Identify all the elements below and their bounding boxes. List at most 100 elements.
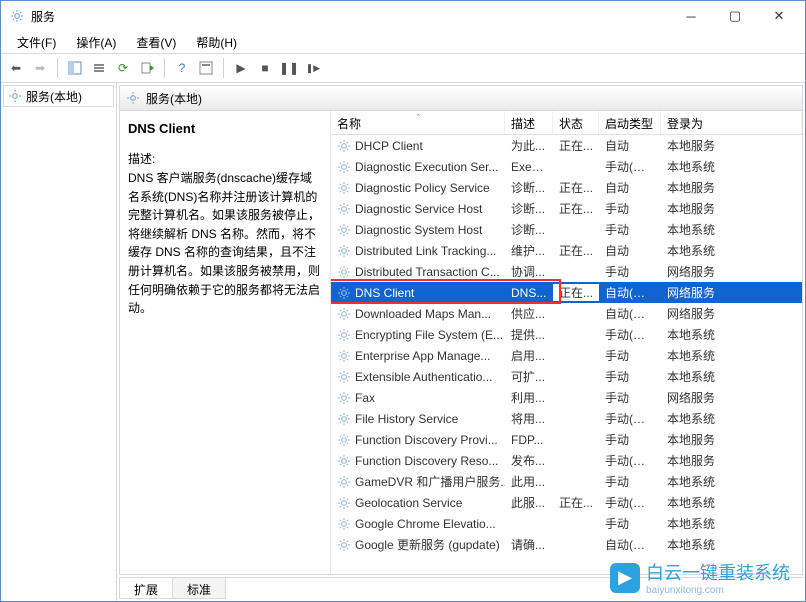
tab-standard[interactable]: 标准	[172, 578, 226, 599]
content: 服务(本地) 服务(本地) DNS Client 描述: DNS 客户端服务(d…	[1, 83, 805, 601]
table-row[interactable]: Geolocation Service此服...正在...手动(触发...本地系…	[331, 492, 802, 513]
cell-status: 正在...	[553, 137, 599, 154]
play-button[interactable]: ▶	[230, 57, 252, 79]
cell-desc: 此用...	[505, 473, 553, 490]
gear-icon	[337, 412, 351, 426]
watermark-sub: baiyunxitong.com	[646, 585, 790, 596]
table-row[interactable]: Diagnostic System Host诊断...手动本地系统	[331, 219, 802, 240]
table-row[interactable]: Diagnostic Execution Ser...Exec...手动(触发.…	[331, 156, 802, 177]
cell-logon: 本地服务	[661, 452, 802, 469]
table-row[interactable]: Diagnostic Service Host诊断...正在...手动本地服务	[331, 198, 802, 219]
restart-button[interactable]: ❚▶	[302, 57, 324, 79]
table-row[interactable]: Fax利用...手动网络服务	[331, 387, 802, 408]
window-title: 服务	[31, 8, 669, 25]
properties-icon[interactable]	[88, 57, 110, 79]
menu-view[interactable]: 查看(V)	[126, 31, 186, 53]
table-row[interactable]: Google Chrome Elevatio...手动本地系统	[331, 513, 802, 534]
back-button[interactable]: ⬅	[5, 57, 27, 79]
table-row[interactable]: Function Discovery Reso...发布...手动(触发...本…	[331, 450, 802, 471]
cell-start: 手动	[599, 431, 661, 448]
minimize-button[interactable]: ─	[669, 2, 713, 30]
col-desc[interactable]: 描述	[505, 111, 553, 134]
maximize-button[interactable]: ▢	[713, 2, 757, 30]
left-panel: 服务(本地)	[1, 83, 117, 601]
menu-help[interactable]: 帮助(H)	[186, 31, 247, 53]
cell-logon: 本地系统	[661, 536, 802, 553]
show-hide-tree-button[interactable]	[64, 57, 86, 79]
cell-logon: 网络服务	[661, 263, 802, 280]
menu-action[interactable]: 操作(A)	[66, 31, 126, 53]
cell-start: 自动(触发...	[599, 284, 661, 301]
cell-logon: 本地系统	[661, 221, 802, 238]
cell-name: DNS Client	[355, 286, 414, 300]
cell-name: Diagnostic Service Host	[355, 202, 482, 216]
menu-file[interactable]: 文件(F)	[7, 31, 66, 53]
cell-name: Geolocation Service	[355, 496, 462, 510]
refresh-button[interactable]: ⟳	[112, 57, 134, 79]
gear-icon	[337, 265, 351, 279]
forward-button[interactable]: ➡	[29, 57, 51, 79]
cell-desc: Exec...	[505, 160, 553, 174]
help-button[interactable]: ?	[171, 57, 193, 79]
cell-start: 自动	[599, 242, 661, 259]
cell-name: Extensible Authenticatio...	[355, 370, 492, 384]
cell-desc: 协调...	[505, 263, 553, 280]
cell-desc: 可扩...	[505, 368, 553, 385]
table-row[interactable]: Google 更新服务 (gupdate)请确...自动(延迟...本地系统	[331, 534, 802, 555]
properties-button[interactable]	[195, 57, 217, 79]
table-row[interactable]: GameDVR 和广播用户服务...此用...手动本地系统	[331, 471, 802, 492]
table-row[interactable]: DHCP Client为此...正在...自动本地服务	[331, 135, 802, 156]
table-row[interactable]: DNS ClientDNS...正在...自动(触发...网络服务	[331, 282, 802, 303]
cell-name: Diagnostic Execution Ser...	[355, 160, 498, 174]
service-name: DNS Client	[128, 121, 322, 136]
cell-name: Encrypting File System (E...	[355, 328, 503, 342]
detail-column: DNS Client 描述: DNS 客户端服务(dnscache)缓存域名系统…	[120, 111, 330, 574]
gear-icon	[337, 391, 351, 405]
cell-start: 自动	[599, 137, 661, 154]
export-button[interactable]	[136, 57, 158, 79]
stop-button[interactable]: ■	[254, 57, 276, 79]
cell-desc: 诊断...	[505, 200, 553, 217]
cell-desc: 诊断...	[505, 179, 553, 196]
table-row[interactable]: Diagnostic Policy Service诊断...正在...自动本地服…	[331, 177, 802, 198]
cell-logon: 网络服务	[661, 389, 802, 406]
gear-icon	[337, 496, 351, 510]
cell-name: Distributed Link Tracking...	[355, 244, 496, 258]
table-row[interactable]: Distributed Transaction C...协调...手动网络服务	[331, 261, 802, 282]
gear-icon	[337, 349, 351, 363]
gear-icon	[337, 181, 351, 195]
col-status[interactable]: 状态	[553, 111, 599, 134]
cell-logon: 本地系统	[661, 368, 802, 385]
table-row[interactable]: Downloaded Maps Man...供应...自动(延迟...网络服务	[331, 303, 802, 324]
cell-desc: FDP...	[505, 433, 553, 447]
titlebar[interactable]: 服务 ─ ▢ ✕	[1, 1, 805, 31]
col-start[interactable]: 启动类型	[599, 111, 661, 134]
table-row[interactable]: Function Discovery Provi...FDP...手动本地服务	[331, 429, 802, 450]
watermark-main: 白云一键重装系统	[646, 559, 790, 585]
table-row[interactable]: Enterprise App Manage...启用...手动本地系统	[331, 345, 802, 366]
gear-icon	[337, 370, 351, 384]
cell-name: Diagnostic Policy Service	[355, 181, 490, 195]
table-row[interactable]: Distributed Link Tracking...维护...正在...自动…	[331, 240, 802, 261]
cell-start: 自动(延迟...	[599, 305, 661, 322]
cell-start: 手动	[599, 389, 661, 406]
panel-header-label: 服务(本地)	[146, 90, 202, 107]
col-logon[interactable]: 登录为	[661, 111, 802, 134]
cell-start: 手动	[599, 200, 661, 217]
table-row[interactable]: File History Service将用...手动(触发...本地系统	[331, 408, 802, 429]
cell-start: 手动	[599, 221, 661, 238]
tab-extended[interactable]: 扩展	[119, 578, 173, 599]
close-button[interactable]: ✕	[757, 2, 801, 30]
table-row[interactable]: Extensible Authenticatio...可扩...手动本地系统	[331, 366, 802, 387]
cell-logon: 本地系统	[661, 410, 802, 427]
list-rows[interactable]: DHCP Client为此...正在...自动本地服务 Diagnostic Ex…	[331, 135, 802, 575]
cell-name: DHCP Client	[355, 139, 423, 153]
pause-button[interactable]: ❚❚	[278, 57, 300, 79]
cell-name: Google 更新服务 (gupdate)	[355, 536, 500, 553]
cell-name: File History Service	[355, 412, 458, 426]
table-row[interactable]: Encrypting File System (E...提供...手动(触发..…	[331, 324, 802, 345]
cell-start: 自动(延迟...	[599, 536, 661, 553]
cell-logon: 本地服务	[661, 137, 802, 154]
cell-start: 手动	[599, 515, 661, 532]
tree-root[interactable]: 服务(本地)	[3, 85, 114, 107]
